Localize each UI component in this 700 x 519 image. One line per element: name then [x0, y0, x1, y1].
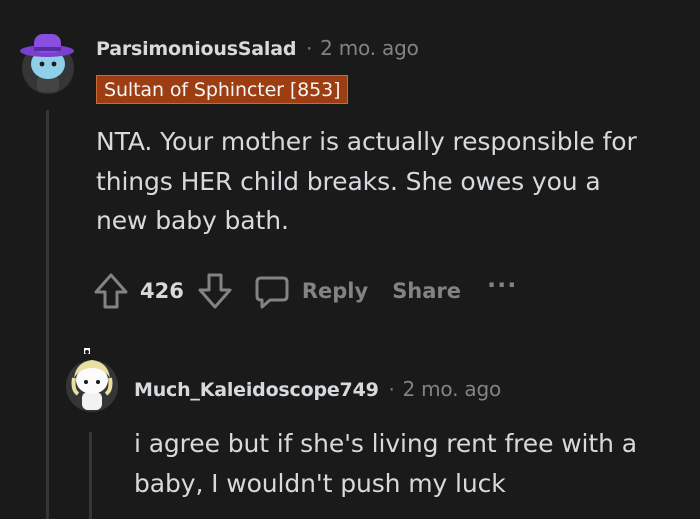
- snoo-avatar-icon: [20, 34, 74, 94]
- share-button[interactable]: Share: [392, 279, 461, 303]
- downvote-button[interactable]: [196, 271, 234, 311]
- reply-body-line: baby, I wouldn't push my luck: [134, 468, 506, 498]
- reply-avatar[interactable]: [64, 342, 120, 414]
- avatar[interactable]: [20, 20, 76, 95]
- comment-timestamp[interactable]: 2 mo. ago: [320, 36, 419, 60]
- comment-body-line: new baby bath.: [96, 206, 289, 235]
- upvote-arrow-icon: [94, 273, 128, 309]
- reply-label[interactable]: Reply: [302, 279, 368, 303]
- upvote-button[interactable]: [92, 271, 130, 311]
- reply-timestamp[interactable]: 2 mo. ago: [402, 377, 501, 401]
- comment-body-line: NTA. Your mother is actually responsible…: [96, 127, 637, 156]
- user-flair: Sultan of Sphincter [853]: [96, 75, 349, 104]
- vote-score: 426: [140, 279, 184, 303]
- more-options-button[interactable]: ···: [487, 271, 517, 299]
- comment-username[interactable]: ParsimoniousSalad · 2 mo. ago: [96, 36, 419, 60]
- comment-actions: 426 Reply Share ···: [92, 270, 517, 312]
- reply-button[interactable]: Reply: [252, 271, 368, 311]
- comment-body-line: things HER child breaks. She owes you a: [96, 166, 601, 196]
- username-text[interactable]: ParsimoniousSalad: [96, 38, 296, 60]
- comment-bubble-icon: [255, 276, 289, 309]
- reply-body-line: i agree but if she's living rent free wi…: [134, 429, 637, 458]
- thread-line[interactable]: [46, 110, 49, 519]
- downvote-arrow-icon: [198, 273, 232, 309]
- reply-thread-line[interactable]: [89, 432, 92, 519]
- more-icon[interactable]: ···: [487, 271, 517, 299]
- separator-dot: ·: [388, 379, 395, 401]
- username-text[interactable]: Much_Kaleidoscope749: [134, 379, 379, 401]
- reply-body: i agree but if she's living rent free wi…: [134, 424, 637, 503]
- share-label[interactable]: Share: [392, 279, 461, 303]
- comment-body: NTA. Your mother is actually responsible…: [96, 122, 637, 241]
- separator-dot: ·: [306, 38, 313, 60]
- reply-username[interactable]: Much_Kaleidoscope749 · 2 mo. ago: [134, 377, 501, 401]
- snoo-avatar-icon: [66, 348, 118, 412]
